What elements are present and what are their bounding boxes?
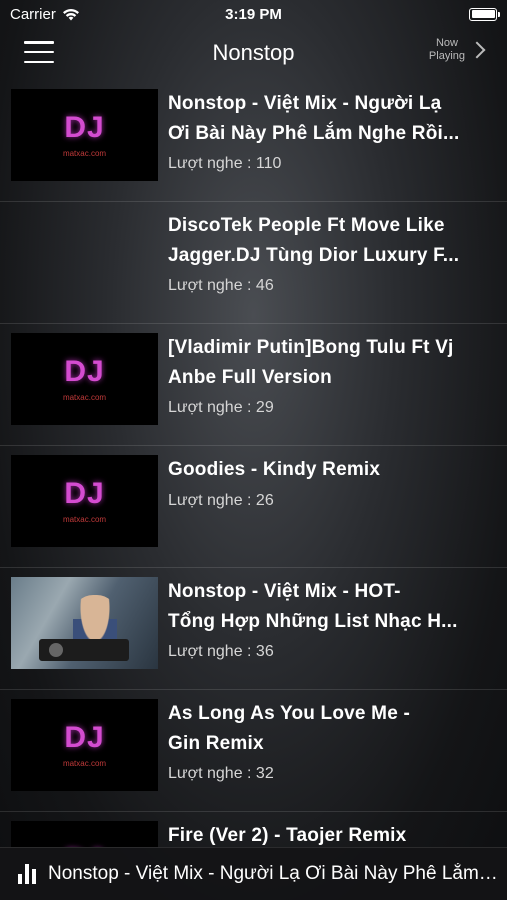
track-row[interactable]: Nonstop - Việt Mix - HOT- Tổng Hợp Những …: [0, 568, 507, 690]
wifi-icon: [62, 8, 79, 20]
track-thumbnail: DJ matxac.com: [11, 333, 158, 425]
track-play-count: Lượt nghe : 46: [168, 277, 274, 294]
dj-deck: [39, 639, 129, 661]
track-title: DiscoTek People Ft Move Like Jagger.DJ Tù…: [168, 215, 460, 266]
track-row[interactable]: DiscoTek People Ft Move Like Jagger.DJ Tù…: [0, 202, 507, 324]
dj-logo-subtext: matxac.com: [62, 393, 107, 402]
mini-player[interactable]: Nonstop - Việt Mix - Người Lạ Ơi Bài Này…: [0, 847, 507, 900]
track-list[interactable]: DJ matxac.com Nonstop - Việt Mix - Người…: [0, 80, 507, 847]
track-title: As Long As You Love Me - Gin Remix: [168, 703, 410, 754]
track-thumbnail: DJ matxac.com: [11, 89, 158, 181]
track-title: Goodies - Kindy Remix: [168, 459, 381, 480]
track-row[interactable]: DJ matxac.com Goodies - Kindy Remix Lượt…: [0, 446, 507, 568]
dj-logo-icon: DJ: [64, 721, 105, 754]
track-title: Fire (Ver 2) - Taojer Remix: [168, 825, 407, 846]
track-thumbnail: [11, 211, 158, 303]
chevron-right-icon: [468, 41, 486, 59]
dj-logo-subtext: matxac.com: [62, 149, 107, 158]
status-left: Carrier: [10, 6, 80, 23]
now-playing-button[interactable]: Now Playing: [428, 37, 486, 63]
track-play-count: Lượt nghe : 36: [168, 643, 274, 660]
now-playing-label: Now Playing: [428, 37, 465, 62]
battery-icon: [469, 7, 500, 21]
dj-logo-subtext: matxac.com: [62, 515, 107, 524]
track-play-count: Lượt nghe : 26: [168, 492, 274, 509]
track-row[interactable]: DJ matxac.com Nonstop - Việt Mix - Người…: [0, 80, 507, 202]
track-play-count: Lượt nghe : 110: [168, 155, 282, 172]
carrier-label: Carrier: [10, 5, 56, 23]
dj-logo-icon: DJ: [64, 477, 105, 510]
track-title: Nonstop - Việt Mix - Người Lạ Ơi Bài Này …: [168, 93, 460, 144]
track-play-count: Lượt nghe : 32: [168, 765, 274, 782]
track-play-count: Lượt nghe : 29: [168, 399, 274, 416]
track-row[interactable]: DJ matxac.com As Long As You Love Me - Gi…: [0, 690, 507, 812]
track-thumbnail: DJ matxac.com: [11, 699, 158, 791]
track-thumbnail: DJ matxac.com: [11, 455, 158, 547]
dj-logo-icon: DJ: [64, 111, 105, 144]
dj-logo-icon: DJ: [64, 355, 105, 388]
track-title: [Vladimir Putin]Bong Tulu Ft Vj Anbe Full…: [168, 337, 454, 388]
navigation-bar: Nonstop Now Playing: [0, 28, 507, 78]
track-thumbnail: DJ: [11, 821, 158, 847]
dj-logo-subtext: matxac.com: [62, 759, 107, 768]
page-title: Nonstop: [212, 40, 295, 65]
menu-button[interactable]: [24, 41, 54, 63]
mini-player-title: Nonstop - Việt Mix - Người Lạ Ơi Bài Này…: [48, 863, 503, 884]
status-bar: Carrier 3:19 PM: [0, 0, 507, 28]
track-row[interactable]: DJ matxac.com [Vladimir Putin]Bong Tulu …: [0, 324, 507, 446]
equalizer-icon: [18, 864, 36, 884]
hamburger-icon: [24, 41, 54, 44]
track-title: Nonstop - Việt Mix - HOT- Tổng Hợp Những …: [168, 581, 458, 632]
track-thumbnail: [11, 577, 158, 669]
track-row[interactable]: DJ Fire (Ver 2) - Taojer Remix: [0, 812, 507, 847]
